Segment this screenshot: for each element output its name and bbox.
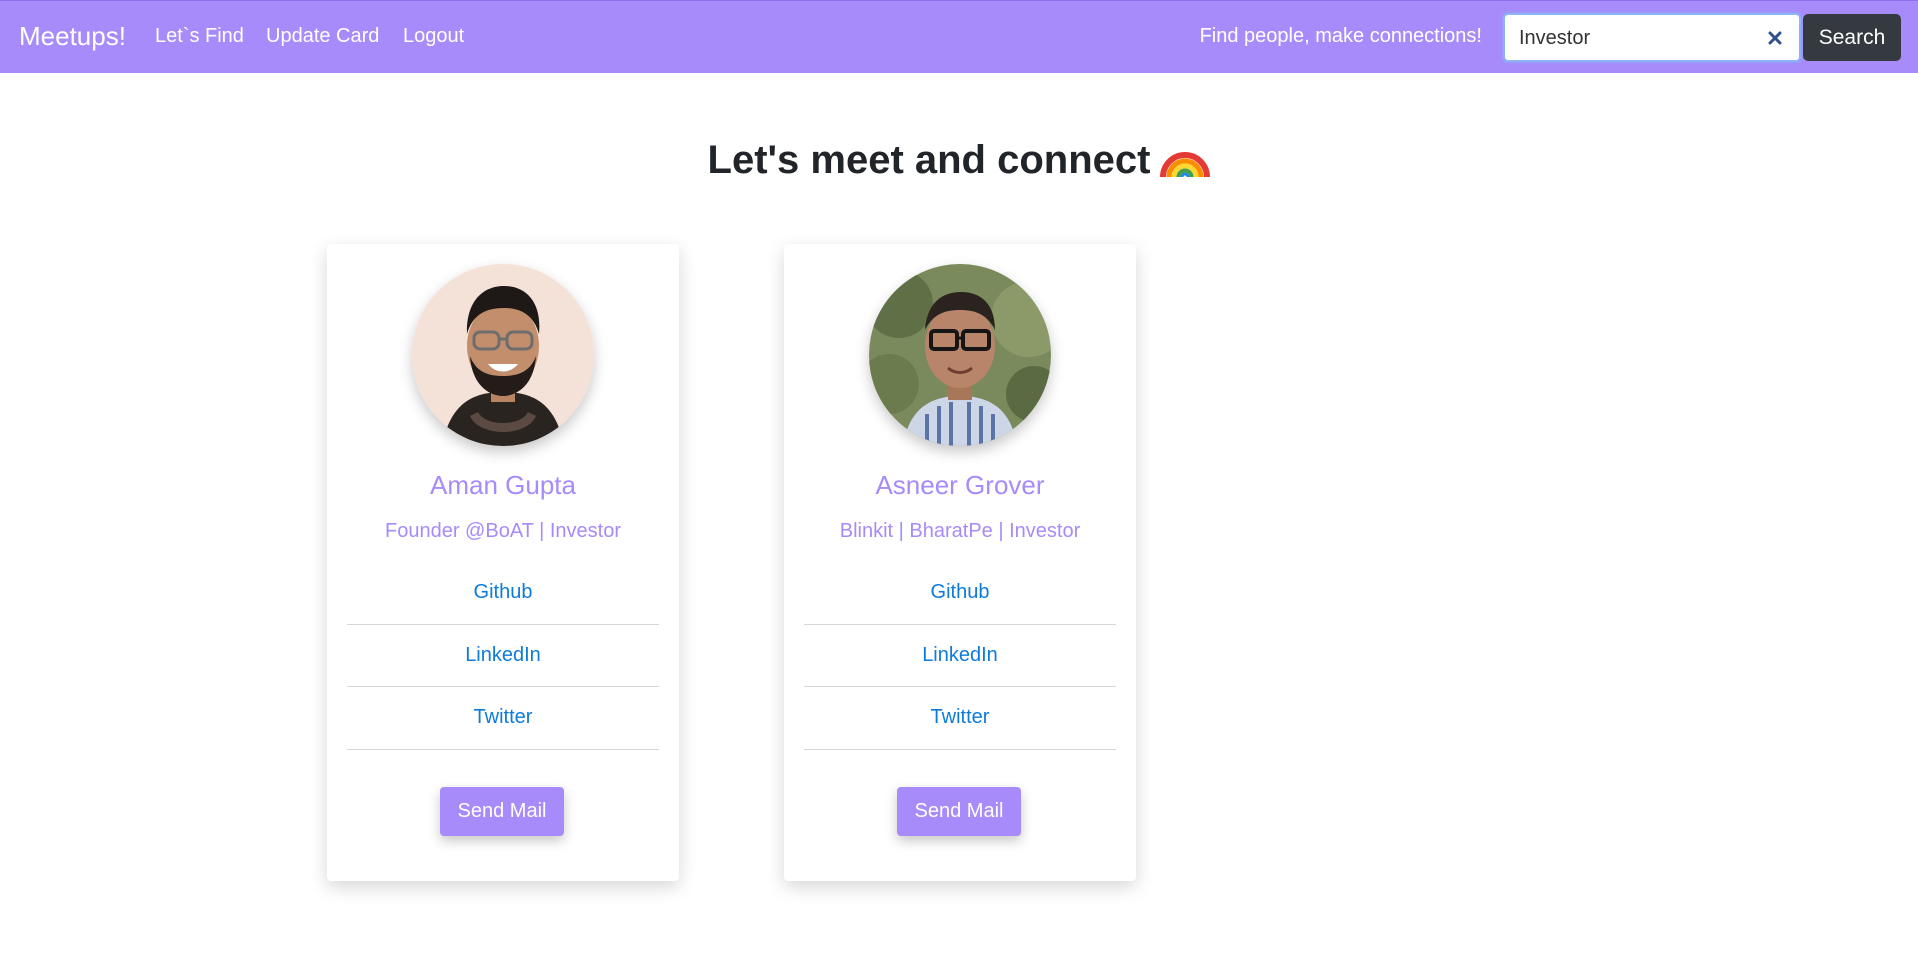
list-item: Twitter (804, 687, 1116, 750)
list-item: Github (347, 562, 659, 625)
linkedin-link[interactable]: LinkedIn (922, 644, 998, 667)
close-icon[interactable] (1763, 26, 1787, 50)
nav-link-logout[interactable]: Logout (403, 25, 464, 48)
twitter-link[interactable]: Twitter (931, 706, 990, 729)
nav-link-lets-find[interactable]: Let`s Find (155, 25, 244, 48)
avatar (869, 264, 1051, 446)
navbar: Meetups! Let`s Find Update Card Logout F… (0, 0, 1918, 73)
card-role: Blinkit | BharatPe | Investor (839, 520, 1081, 542)
nav-link-update-card[interactable]: Update Card (266, 25, 379, 48)
card-name: Asneer Grover (875, 470, 1045, 500)
github-link[interactable]: Github (474, 581, 533, 604)
search-box (1503, 13, 1801, 62)
card-role: Founder @BoAT | Investor (385, 520, 621, 542)
linkedin-link[interactable]: LinkedIn (465, 644, 541, 667)
page-title-text: Let's meet and connect (707, 138, 1151, 182)
search-input[interactable] (1519, 25, 1759, 51)
tagline: Find people, make connections! (1199, 25, 1482, 47)
list-item: Github (804, 562, 1116, 625)
send-mail-button[interactable]: Send Mail (440, 787, 564, 836)
profile-card: Asneer Grover Blinkit | BharatPe | Inves… (784, 244, 1136, 881)
twitter-link[interactable]: Twitter (474, 706, 533, 729)
rainbow-icon (1160, 133, 1211, 189)
card-name: Aman Gupta (430, 470, 576, 500)
send-mail-button[interactable]: Send Mail (897, 787, 1021, 836)
list-item: LinkedIn (347, 625, 659, 687)
github-link[interactable]: Github (931, 581, 990, 604)
list-item: LinkedIn (804, 625, 1116, 687)
brand-link[interactable]: Meetups! (19, 21, 126, 52)
avatar (412, 264, 594, 446)
search-button[interactable]: Search (1803, 14, 1901, 61)
list-item: Twitter (347, 687, 659, 750)
card-links: Github LinkedIn Twitter (347, 562, 659, 750)
page-title: Let's meet and connect (0, 133, 1918, 189)
card-links: Github LinkedIn Twitter (804, 562, 1116, 750)
profile-card: Aman Gupta Founder @BoAT | Investor Gith… (327, 244, 679, 881)
